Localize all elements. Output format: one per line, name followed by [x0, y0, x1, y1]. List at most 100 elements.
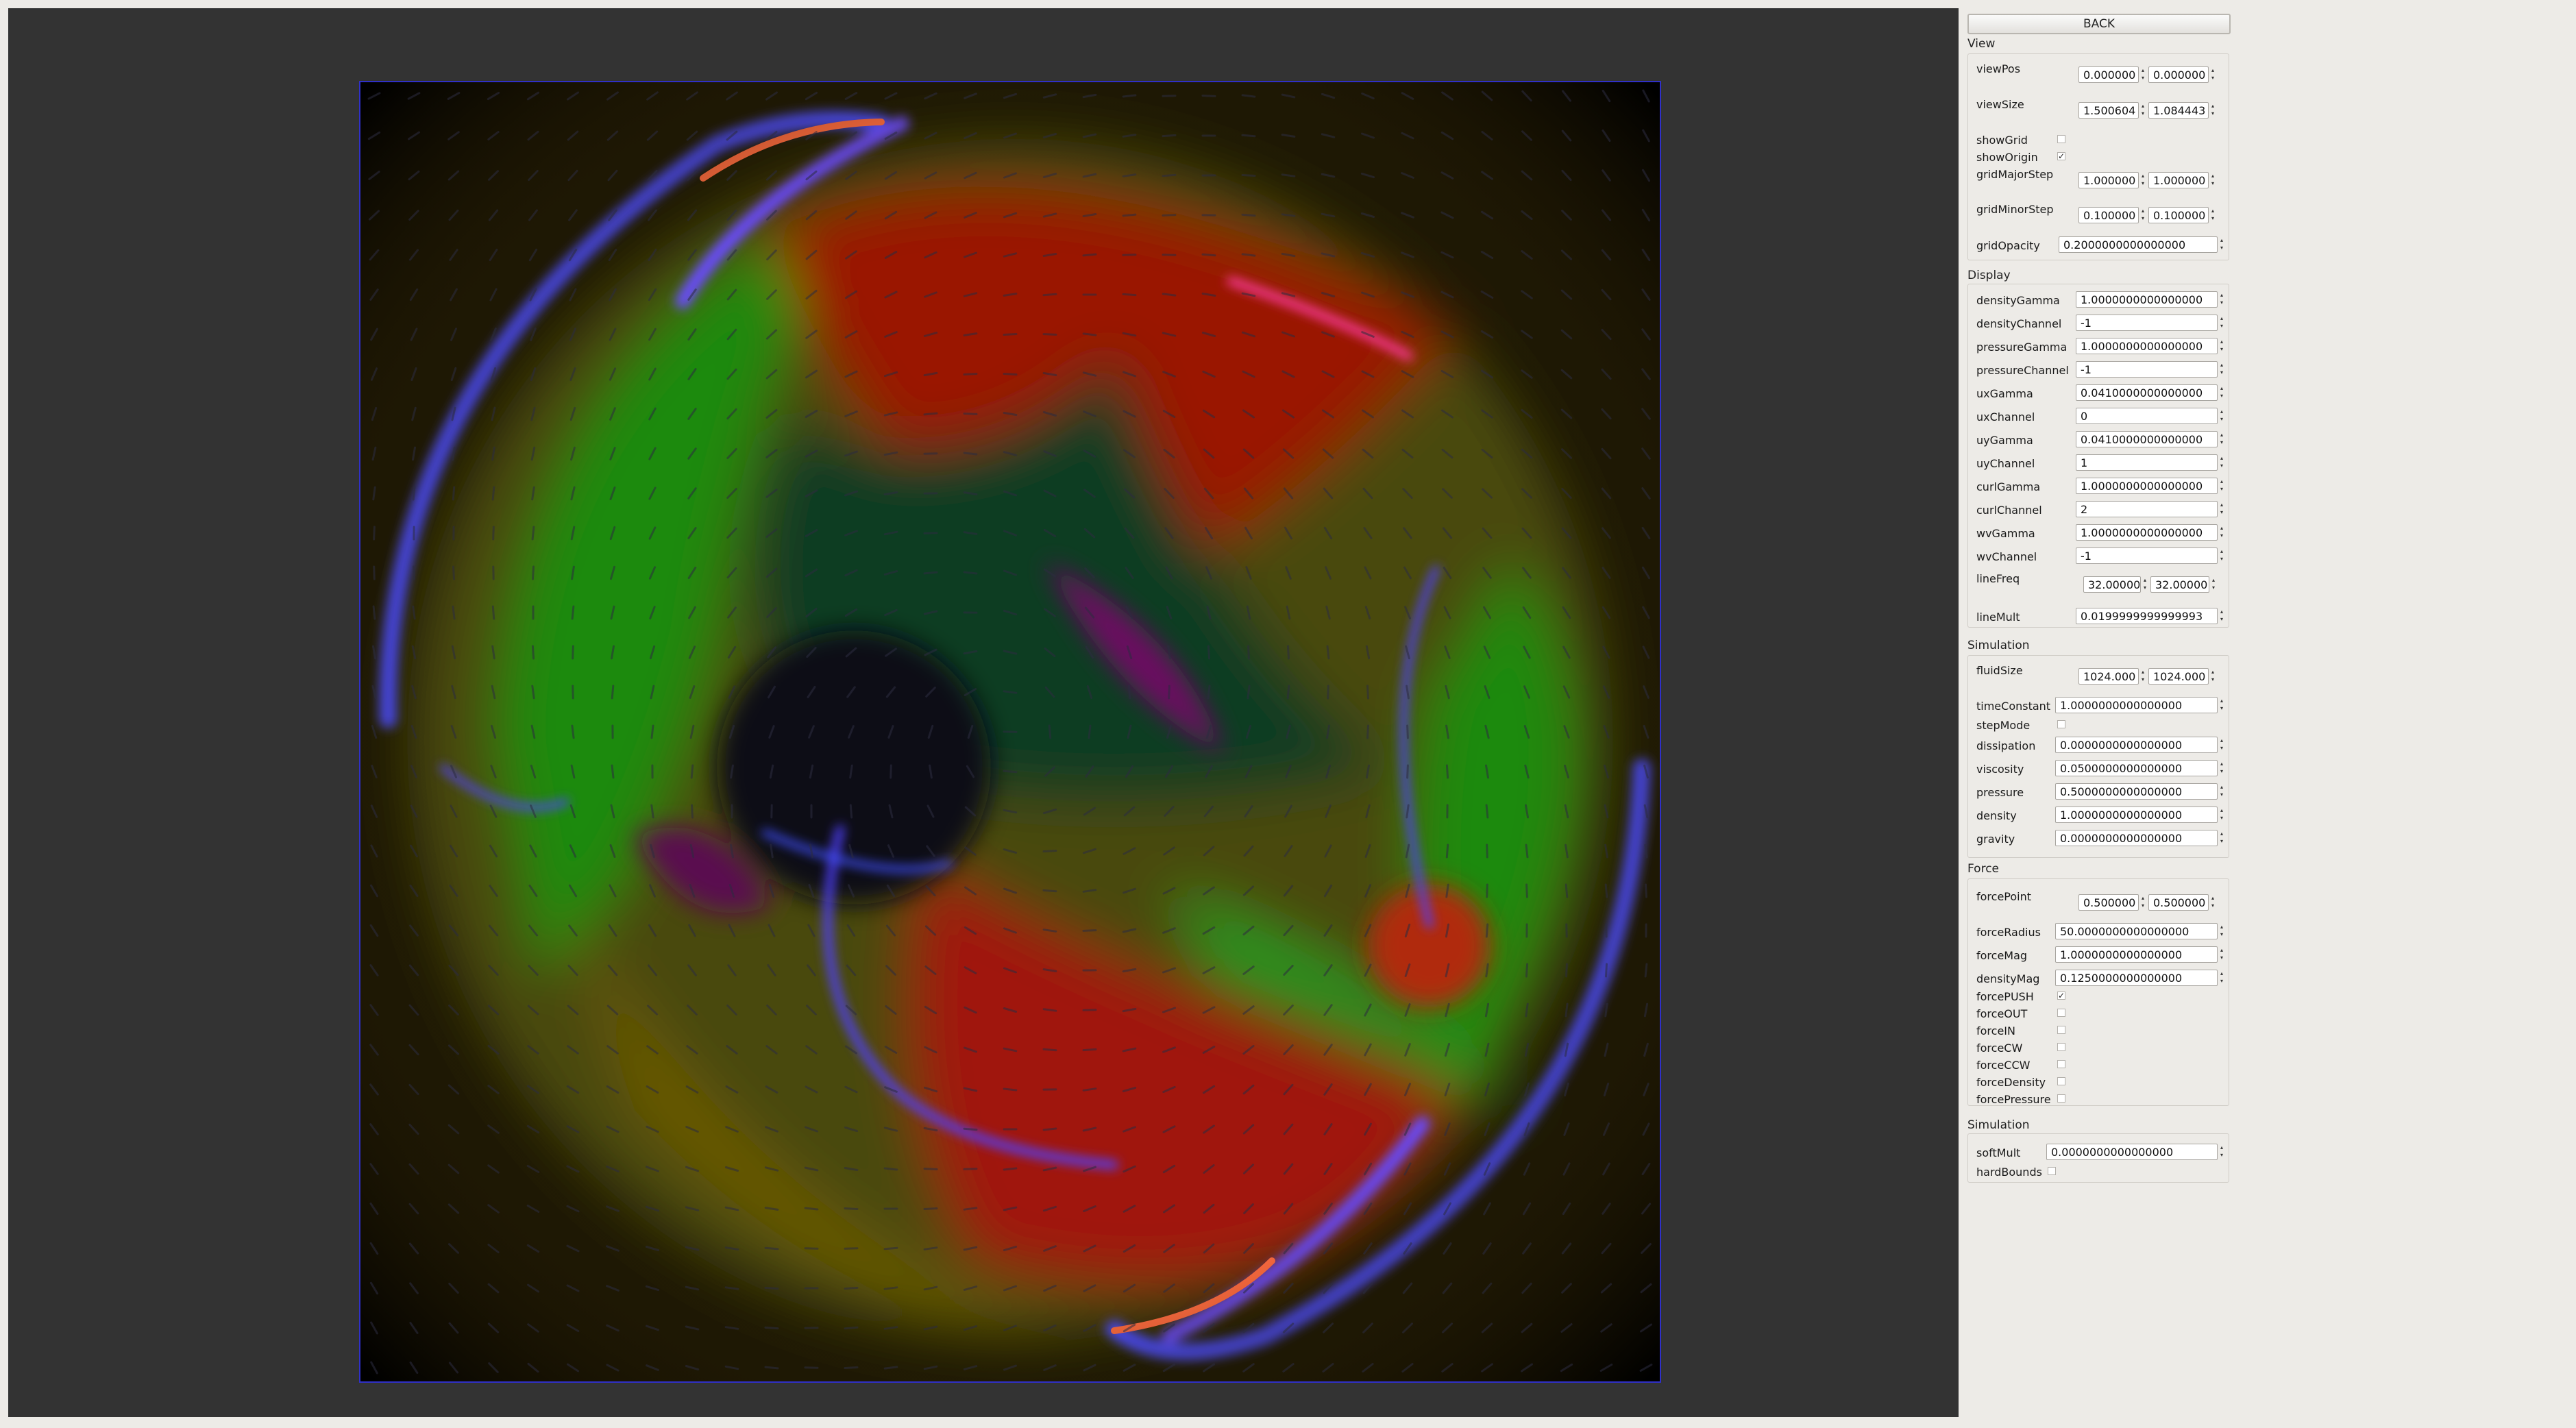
gravity-input[interactable]: 0.0000000000000000 [2055, 830, 2218, 846]
forcepressure-checkbox[interactable] [2057, 1094, 2065, 1103]
densitychannel-input[interactable]: -1 [2076, 315, 2218, 331]
curlgamma-input[interactable]: 1.0000000000000000 [2076, 478, 2218, 494]
pressuregamma-input[interactable]: 1.0000000000000000 [2076, 338, 2218, 354]
softmult-spinner-icon[interactable]: ▴ ▾ [2218, 1144, 2226, 1160]
viscosity-spinner-icon[interactable]: ▴ ▾ [2218, 760, 2226, 776]
gridminorstep-x-spinner-icon[interactable]: ▴ ▾ [2139, 207, 2147, 223]
showgrid-checkbox[interactable] [2057, 135, 2065, 143]
forcepush-checkbox[interactable]: ✓ [2057, 992, 2065, 1000]
back-button[interactable]: BACK [1967, 14, 2231, 34]
velocity-vector [531, 645, 535, 660]
fluidsize-y-spinner-icon[interactable]: ▴ ▾ [2209, 668, 2217, 685]
timeconstant-input[interactable]: 1.0000000000000000 [2055, 697, 2218, 713]
linemult-input[interactable]: 0.0199999999999993 [2076, 608, 2218, 624]
wvchannel-input[interactable]: -1 [2076, 547, 2218, 564]
forceout-checkbox[interactable] [2057, 1009, 2065, 1017]
uxchannel-input[interactable]: 0 [2076, 408, 2218, 424]
fluid-simulation-canvas[interactable] [359, 81, 1661, 1383]
fluidsize-x-spinner-icon[interactable]: ▴ ▾ [2139, 668, 2147, 685]
linefreq-y-input[interactable]: 32.00000 [2150, 576, 2209, 593]
stepmode-label: stepMode [1976, 719, 2031, 732]
densitymag-input[interactable]: 0.1250000000000000 [2055, 970, 2218, 986]
linefreq-y-spinner-icon[interactable]: ▴ ▾ [2209, 576, 2218, 593]
viewsize-x-input[interactable]: 1.500604 [2078, 102, 2139, 119]
linemult-spinner-icon[interactable]: ▴ ▾ [2218, 608, 2226, 624]
curlchannel-input[interactable]: 2 [2076, 501, 2218, 517]
uxchannel-spinner-icon[interactable]: ▴ ▾ [2218, 408, 2226, 424]
wvchannel-spinner-icon[interactable]: ▴ ▾ [2218, 547, 2226, 564]
viewsize-y-input[interactable]: 1.084443 [2148, 102, 2209, 119]
forcepoint-x-spinner-icon[interactable]: ▴ ▾ [2139, 894, 2147, 911]
curlgamma-spinner-icon[interactable]: ▴ ▾ [2218, 478, 2226, 494]
uygamma-spinner-icon[interactable]: ▴ ▾ [2218, 431, 2226, 447]
dissipation-input[interactable]: 0.0000000000000000 [2055, 737, 2218, 753]
uygamma-input[interactable]: 0.0410000000000000 [2076, 431, 2218, 447]
wvgamma-spinner-icon[interactable]: ▴ ▾ [2218, 524, 2226, 541]
wvgamma-input[interactable]: 1.0000000000000000 [2076, 524, 2218, 541]
density-spinner-icon[interactable]: ▴ ▾ [2218, 807, 2226, 823]
showorigin-checkbox[interactable]: ✓ [2057, 152, 2065, 160]
gridmajorstep-y-input[interactable]: 1.000000 [2148, 172, 2209, 188]
gridopacity-input[interactable]: 0.2000000000000000 [2059, 236, 2218, 253]
viscosity-input[interactable]: 0.0500000000000000 [2055, 760, 2218, 776]
viewsize-y-spinner-icon[interactable]: ▴ ▾ [2209, 102, 2217, 119]
forcemag-input[interactable]: 1.0000000000000000 [2055, 946, 2218, 963]
gridminorstep-x-input[interactable]: 0.100000 [2078, 207, 2139, 223]
forcedensity-checkbox[interactable] [2057, 1077, 2065, 1085]
curlchannel-spinner-icon[interactable]: ▴ ▾ [2218, 501, 2226, 517]
gridmajorstep-y-spinner-icon[interactable]: ▴ ▾ [2209, 172, 2217, 188]
velocity-vector [412, 486, 416, 501]
section-view-title: View [1967, 37, 1996, 51]
forceccw-row: forceCCW [1968, 1059, 2229, 1072]
uychannel-input[interactable]: 1 [2076, 454, 2218, 471]
forceradius-spinner-icon[interactable]: ▴ ▾ [2218, 923, 2226, 939]
densitymag-spinner-icon[interactable]: ▴ ▾ [2218, 970, 2226, 986]
densitygamma-label: densityGamma [1976, 294, 2060, 307]
viewpos-row: viewPos 0.000000 ▴ ▾ 0.000000 ▴ ▾ [1968, 62, 2229, 84]
densitychannel-spinner-icon[interactable]: ▴ ▾ [2218, 315, 2226, 331]
gridmajorstep-x-spinner-icon[interactable]: ▴ ▾ [2139, 172, 2147, 188]
pressure-input[interactable]: 0.5000000000000000 [2055, 783, 2218, 800]
gridminorstep-y-spinner-icon[interactable]: ▴ ▾ [2209, 207, 2217, 223]
dissipation-spinner-icon[interactable]: ▴ ▾ [2218, 737, 2226, 753]
forcein-checkbox[interactable] [2057, 1026, 2065, 1034]
forceccw-checkbox[interactable] [2057, 1060, 2065, 1068]
pressure-spinner-icon[interactable]: ▴ ▾ [2218, 783, 2226, 800]
forcepoint-y-input[interactable]: 0.500000 [2148, 894, 2209, 911]
viewpos-y-input[interactable]: 0.000000 [2148, 66, 2209, 83]
densitygamma-spinner-icon[interactable]: ▴ ▾ [2218, 291, 2226, 308]
viewpos-x-input[interactable]: 0.000000 [2078, 66, 2139, 83]
forcecw-row: forceCW [1968, 1042, 2229, 1055]
uychannel-spinner-icon[interactable]: ▴ ▾ [2218, 454, 2226, 471]
stepmode-checkbox[interactable] [2057, 720, 2065, 728]
forceradius-input[interactable]: 50.0000000000000000 [2055, 923, 2218, 939]
densitygamma-input[interactable]: 1.0000000000000000 [2076, 291, 2218, 308]
gridopacity-spinner-icon[interactable]: ▴ ▾ [2218, 236, 2226, 253]
softmult-input[interactable]: 0.0000000000000000 [2046, 1144, 2218, 1160]
pressuregamma-spinner-icon[interactable]: ▴ ▾ [2218, 338, 2226, 354]
viewpos-x-spinner-icon[interactable]: ▴ ▾ [2139, 66, 2147, 83]
density-input[interactable]: 1.0000000000000000 [2055, 807, 2218, 823]
hardbounds-checkbox[interactable] [2048, 1167, 2056, 1175]
linefreq-x-spinner-icon[interactable]: ▴ ▾ [2141, 576, 2149, 593]
forcemag-spinner-icon[interactable]: ▴ ▾ [2218, 946, 2226, 963]
forcepoint-y-spinner-icon[interactable]: ▴ ▾ [2209, 894, 2217, 911]
render-viewport[interactable] [8, 8, 1959, 1417]
velocity-vector [1122, 94, 1137, 98]
velocity-vector [1003, 770, 1018, 774]
forcecw-checkbox[interactable] [2057, 1043, 2065, 1051]
timeconstant-spinner-icon[interactable]: ▴ ▾ [2218, 697, 2226, 713]
gravity-spinner-icon[interactable]: ▴ ▾ [2218, 830, 2226, 846]
fluidsize-y-input[interactable]: 1024.000 [2148, 668, 2209, 685]
uxgamma-input[interactable]: 0.0410000000000000 [2076, 384, 2218, 401]
forcepoint-x-input[interactable]: 0.500000 [2078, 894, 2139, 911]
pressurechannel-spinner-icon[interactable]: ▴ ▾ [2218, 361, 2226, 378]
fluidsize-x-input[interactable]: 1024.000 [2078, 668, 2139, 685]
gridminorstep-y-input[interactable]: 0.100000 [2148, 207, 2209, 223]
viewpos-y-spinner-icon[interactable]: ▴ ▾ [2209, 66, 2217, 83]
gridmajorstep-x-input[interactable]: 1.000000 [2078, 172, 2139, 188]
pressurechannel-input[interactable]: -1 [2076, 361, 2218, 378]
uxgamma-spinner-icon[interactable]: ▴ ▾ [2218, 384, 2226, 401]
viewsize-x-spinner-icon[interactable]: ▴ ▾ [2139, 102, 2147, 119]
linefreq-x-input[interactable]: 32.00000 [2083, 576, 2141, 593]
